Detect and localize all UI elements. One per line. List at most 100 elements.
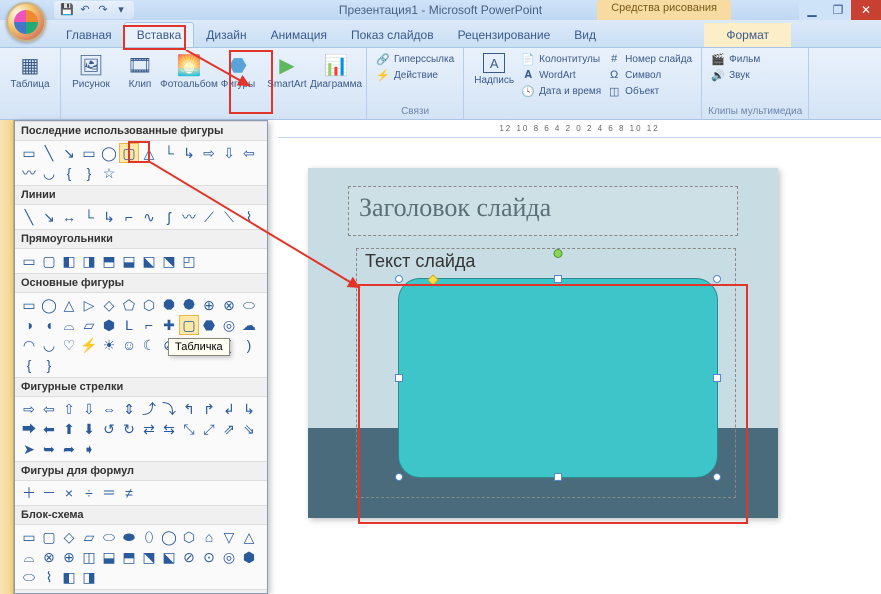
shape-r1[interactable]: ▭ [19, 251, 39, 271]
shape-f4[interactable]: ÷ [79, 483, 99, 503]
shape-a1[interactable]: ⇨ [19, 399, 39, 419]
shape-fc6[interactable]: ⬬ [119, 527, 139, 547]
shape-a25[interactable]: ➤ [19, 439, 39, 459]
tab-design[interactable]: Дизайн [194, 23, 258, 47]
shape-r3[interactable]: ◧ [59, 251, 79, 271]
shape-line1[interactable]: ╲ [19, 207, 39, 227]
shape-fc20[interactable]: ⬕ [159, 547, 179, 567]
shape-line[interactable]: ╲ [39, 143, 59, 163]
shape-b15[interactable]: ⌓ [59, 315, 79, 335]
shape-fc3[interactable]: ◇ [59, 527, 79, 547]
shape-f3[interactable]: × [59, 483, 79, 503]
tab-insert[interactable]: Вставка [124, 22, 195, 47]
shape-b16[interactable]: ▱ [79, 315, 99, 335]
shape-a19[interactable]: ⇄ [139, 419, 159, 439]
shape-r5[interactable]: ⬒ [99, 251, 119, 271]
tab-home[interactable]: Главная [54, 23, 124, 47]
shape-b11[interactable]: ⊗ [219, 295, 239, 315]
shape-line4[interactable]: └ [79, 207, 99, 227]
shape-fc21[interactable]: ⊘ [179, 547, 199, 567]
shape-line9[interactable]: 〰 [179, 207, 199, 227]
shape-fc17[interactable]: ⬓ [99, 547, 119, 567]
shape-line3[interactable]: ↔ [59, 207, 79, 227]
shape-fc22[interactable]: ⊙ [199, 547, 219, 567]
shape-a5[interactable]: ⇔ [99, 399, 119, 419]
shape-fc12[interactable]: △ [239, 527, 259, 547]
shape-a27[interactable]: ➦ [59, 439, 79, 459]
shape-b14[interactable]: ◖ [39, 315, 59, 335]
shape-fc14[interactable]: ⊗ [39, 547, 59, 567]
shape-b1[interactable]: ▭ [19, 295, 39, 315]
shape-brace-r[interactable]: } [79, 163, 99, 183]
shape-b23[interactable]: ◎ [219, 315, 239, 335]
shape-line7[interactable]: ∿ [139, 207, 159, 227]
shape-brace-l[interactable]: { [59, 163, 79, 183]
smartart-button[interactable]: ▶SmartArt [263, 51, 311, 92]
shapes-button[interactable]: ⬣Фигуры [214, 51, 262, 92]
shape-a16[interactable]: ⬇ [79, 419, 99, 439]
shape-fc18[interactable]: ⬒ [119, 547, 139, 567]
redo-icon[interactable]: ↷ [96, 3, 110, 17]
shape-fc19[interactable]: ⬔ [139, 547, 159, 567]
wordart-button[interactable]: 𝐀WordArt [518, 67, 604, 83]
shape-r2[interactable]: ▢ [39, 251, 59, 271]
resize-handle-sw[interactable] [395, 473, 403, 481]
shape-b29[interactable]: ☀ [99, 335, 119, 355]
shape-b18[interactable]: L [119, 315, 139, 335]
shape-textbox[interactable]: ▭ [19, 143, 39, 163]
restore-button[interactable]: ❐ [825, 0, 851, 20]
shape-a28[interactable]: ➧ [79, 439, 99, 459]
shape-f1[interactable]: ＋ [19, 483, 39, 503]
shape-a13[interactable]: ⮕ [19, 419, 39, 439]
shape-a3[interactable]: ⇧ [59, 399, 79, 419]
qat-dropdown-icon[interactable]: ▾ [114, 3, 128, 17]
save-icon[interactable]: 💾 [60, 3, 74, 17]
resize-handle-n[interactable] [554, 275, 562, 283]
shape-a21[interactable]: ⤡ [179, 419, 199, 439]
shape-a2[interactable]: ⇦ [39, 399, 59, 419]
shape-line5[interactable]: ↳ [99, 207, 119, 227]
shape-a11[interactable]: ↲ [219, 399, 239, 419]
shape-b3[interactable]: △ [59, 295, 79, 315]
shape-f6[interactable]: ≠ [119, 483, 139, 503]
tab-animation[interactable]: Анимация [259, 23, 339, 47]
office-button[interactable] [6, 2, 46, 42]
resize-handle-e[interactable] [713, 374, 721, 382]
shape-r9[interactable]: ◰ [179, 251, 199, 271]
shape-fc16[interactable]: ◫ [79, 547, 99, 567]
shape-fc24[interactable]: ⬢ [239, 547, 259, 567]
shape-rounded-rect[interactable]: ▢ [119, 143, 139, 163]
shape-b37[interactable]: { [19, 355, 39, 375]
shape-b30[interactable]: ☺ [119, 335, 139, 355]
shape-r8[interactable]: ⬔ [159, 251, 179, 271]
shape-a17[interactable]: ↺ [99, 419, 119, 439]
hyperlink-button[interactable]: 🔗Гиперссылка [373, 51, 457, 67]
picture-button[interactable]: 🖼Рисунок [67, 51, 115, 92]
shape-b38[interactable]: } [39, 355, 59, 375]
symbol-button[interactable]: ΩСимвол [604, 67, 695, 83]
shape-a12[interactable]: ↳ [239, 399, 259, 419]
resize-handle-ne[interactable] [713, 275, 721, 283]
close-button[interactable]: ✕ [851, 0, 881, 20]
shape-f5[interactable]: ＝ [99, 483, 119, 503]
shape-b22[interactable]: ⬣ [199, 315, 219, 335]
shape-rect[interactable]: ▭ [79, 143, 99, 163]
title-placeholder[interactable]: Заголовок слайда [348, 186, 738, 236]
resize-handle-w[interactable] [395, 374, 403, 382]
shape-r6[interactable]: ⬓ [119, 251, 139, 271]
shape-freeform[interactable]: 〰 [19, 163, 39, 183]
shape-oval[interactable]: ◯ [99, 143, 119, 163]
chart-button[interactable]: 📊Диаграмма [312, 51, 360, 92]
tab-review[interactable]: Рецензирование [446, 23, 563, 47]
shape-plaque[interactable]: ▢ [179, 315, 199, 335]
resize-handle-nw[interactable] [395, 275, 403, 283]
shape-connector-z[interactable]: ↳ [179, 143, 199, 163]
shape-fc1[interactable]: ▭ [19, 527, 39, 547]
shape-b27[interactable]: ♡ [59, 335, 79, 355]
shape-triangle[interactable]: △ [139, 143, 159, 163]
shape-fc4[interactable]: ▱ [79, 527, 99, 547]
shape-line6[interactable]: ⌐ [119, 207, 139, 227]
shape-arrow-line[interactable]: ↘ [59, 143, 79, 163]
shape-b6[interactable]: ⬠ [119, 295, 139, 315]
shape-a10[interactable]: ↱ [199, 399, 219, 419]
